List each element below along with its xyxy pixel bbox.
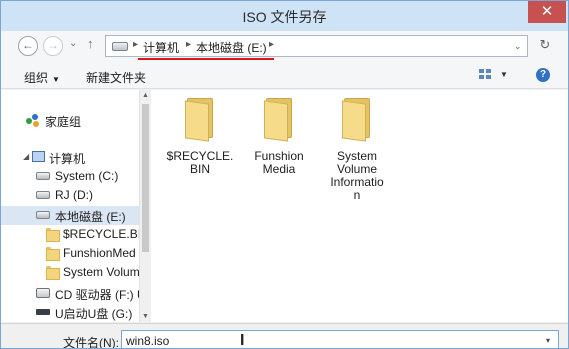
forward-button[interactable]: → [43, 36, 63, 56]
sidebar-item-usb-drive[interactable]: U启动U盘 (G:) [1, 303, 139, 322]
sidebar-item-label: CD 驱动器 (F:) U [55, 288, 139, 302]
folder-item-system-volume-information[interactable]: System Volume Informatio n [322, 98, 392, 202]
sidebar-item-drive-d[interactable]: RJ (D:) [1, 186, 139, 205]
folder-icon [46, 228, 60, 242]
file-list: $RECYCLE. BIN Funshion Media System Volu… [151, 90, 568, 322]
filename-label: 文件名(N): [63, 336, 119, 349]
folder-name: $RECYCLE. BIN [166, 149, 234, 176]
toolbar: 组织 ▼ 新建文件夹 ▼ ? [1, 61, 568, 89]
folder-name: System Volume Informatio n [330, 149, 384, 202]
filename-row: 文件名(N): win8.iso I ▾ [1, 323, 568, 349]
folder-icon [183, 98, 217, 142]
recent-locations-button[interactable]: ⌄ [69, 38, 77, 49]
breadcrumb-computer[interactable]: 计算机 [143, 39, 179, 56]
folder-item-funshion-media[interactable]: Funshion Media [244, 98, 314, 176]
folder-name: Funshion Media [254, 149, 304, 176]
address-dropdown-icon[interactable]: ⌄ [514, 41, 522, 52]
folder-item-recycle-bin[interactable]: $RECYCLE. BIN [165, 98, 235, 176]
help-icon[interactable]: ? [536, 68, 550, 82]
folder-icon [262, 98, 296, 142]
expand-arrow-icon[interactable]: ◢ [23, 152, 29, 161]
sidebar-item-cd-drive[interactable]: CD 驱动器 (F:) U [1, 284, 139, 303]
address-row: ← → ⌄ ↑ ▸ 计算机 ▸ 本地磁盘 (E:) ▸ ⌄ ↻ [1, 31, 568, 61]
sidebar-item-label: RJ (D:) [55, 188, 93, 202]
sidebar-item-homegroup[interactable]: 家庭组 [1, 111, 139, 130]
chevron-down-icon: ▼ [52, 75, 60, 84]
homegroup-icon [26, 114, 40, 128]
breadcrumb-separator: ▸ [186, 39, 192, 50]
drive-icon [36, 191, 50, 199]
navigation-scrollbar[interactable]: ▲ ▼ [139, 90, 150, 322]
close-button[interactable]: ✕ [528, 1, 566, 23]
sidebar-item-label: System (C:) [55, 169, 119, 183]
sidebar-item-label: U启动U盘 (G:) [55, 307, 133, 321]
window-title: ISO 文件另存 [242, 9, 327, 25]
filename-input[interactable]: win8.iso [121, 330, 559, 348]
navigation-pane: 家庭组 ◢ 计算机 System (C:) RJ (D:) 本地磁盘 (E:) … [1, 90, 139, 322]
sidebar-item-drive-e[interactable]: 本地磁盘 (E:) [1, 206, 139, 225]
sidebar-item-label: 家庭组 [45, 115, 82, 129]
sidebar-item-label: 本地磁盘 (E:) [55, 210, 126, 224]
scroll-up-icon[interactable]: ▲ [141, 92, 150, 99]
breadcrumb-separator: ▸ [269, 39, 275, 50]
organize-button[interactable]: 组织 ▼ [24, 69, 60, 86]
view-dropdown-icon[interactable]: ▼ [500, 70, 508, 79]
folder-icon [46, 247, 60, 261]
usb-drive-icon [36, 309, 50, 315]
save-dialog-window: ISO 文件另存 ✕ ← → ⌄ ↑ ▸ 计算机 ▸ 本地磁盘 (E:) ▸ ⌄… [0, 0, 569, 349]
breadcrumb-separator: ▸ [133, 39, 139, 50]
new-folder-button[interactable]: 新建文件夹 [86, 69, 146, 86]
drive-icon [112, 42, 128, 51]
sidebar-item-system-volume[interactable]: System Volum [1, 263, 139, 282]
folder-icon [340, 98, 374, 142]
drive-icon [36, 211, 50, 219]
scroll-thumb[interactable] [142, 104, 149, 252]
dvd-drive-icon [36, 288, 50, 298]
address-bar[interactable]: ▸ 计算机 ▸ 本地磁盘 (E:) ▸ ⌄ [105, 35, 528, 57]
sidebar-item-funshion-media[interactable]: FunshionMed [1, 244, 139, 263]
breadcrumb-local-disk[interactable]: 本地磁盘 (E:) [196, 39, 267, 56]
sidebar-item-label: FunshionMed [63, 246, 136, 260]
sidebar-item-recycle-bin[interactable]: $RECYCLE.BIN [1, 225, 139, 244]
scroll-down-icon[interactable]: ▼ [141, 313, 150, 320]
drive-icon [36, 172, 50, 180]
title-bar: ISO 文件另存 ✕ [1, 1, 568, 31]
up-button[interactable]: ↑ [87, 36, 94, 51]
red-annotation-underline [138, 58, 274, 60]
sidebar-item-computer[interactable]: ◢ 计算机 [1, 148, 139, 167]
text-cursor-icon: I [240, 332, 245, 349]
sidebar-item-label: 计算机 [49, 152, 86, 166]
sidebar-item-label: System Volum [63, 265, 139, 279]
sidebar-item-drive-c[interactable]: System (C:) [1, 167, 139, 186]
computer-icon [32, 151, 45, 162]
view-options-icon[interactable] [479, 69, 493, 81]
sidebar-item-label: $RECYCLE.BIN [63, 227, 139, 241]
back-button[interactable]: ← [18, 36, 38, 56]
folder-icon [46, 266, 60, 280]
refresh-button[interactable]: ↻ [536, 37, 554, 55]
organize-label: 组织 [24, 71, 49, 85]
filename-dropdown-icon[interactable]: ▾ [546, 336, 550, 345]
